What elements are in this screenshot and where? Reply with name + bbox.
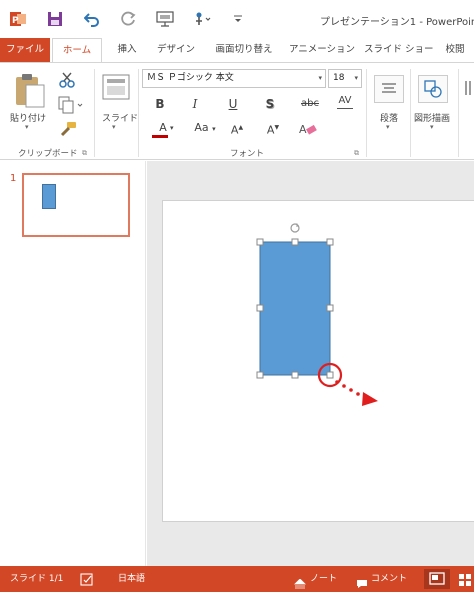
italic-button[interactable]: I — [184, 94, 206, 114]
bold-button[interactable]: B — [149, 94, 171, 114]
normal-view-icon — [429, 572, 445, 585]
slide-editing-area — [147, 161, 474, 566]
clear-formatting-icon[interactable]: A — [298, 121, 318, 137]
tab-review[interactable]: 校閲 — [436, 38, 474, 62]
thumbnail-number: 1 — [10, 173, 17, 184]
tab-design[interactable]: デザイン — [152, 38, 200, 62]
normal-view-button[interactable] — [424, 569, 450, 589]
chevron-down-icon: ▾ — [318, 74, 322, 82]
paste-icon[interactable] — [12, 71, 46, 109]
font-color-swatch — [152, 135, 168, 138]
font-size-value: 18 — [333, 73, 345, 83]
slide-canvas[interactable] — [162, 200, 474, 522]
chevron-down-icon: ▾ — [212, 125, 216, 133]
group-divider — [458, 69, 459, 157]
spacing-arrow-icon — [337, 108, 353, 109]
change-case-button[interactable]: Aa ▾ — [188, 118, 222, 138]
redo-icon[interactable] — [118, 9, 138, 29]
notes-button[interactable]: ノート — [310, 566, 337, 592]
clipboard-launcher-icon[interactable]: ⧉ — [82, 149, 87, 158]
arrow-head-icon — [362, 392, 378, 406]
thumbnail-shape — [42, 184, 56, 209]
tab-insert[interactable]: 挿入 — [108, 38, 146, 62]
tab-transitions[interactable]: 画面切り替え — [208, 38, 280, 62]
resize-handle-left[interactable] — [256, 304, 264, 312]
group-divider — [366, 69, 367, 157]
resize-handle-bottom-right[interactable] — [326, 371, 334, 379]
underline-button[interactable]: U — [222, 94, 244, 114]
undo-icon[interactable] — [82, 9, 102, 29]
notes-icon[interactable] — [294, 574, 306, 589]
status-bar: スライド 1/1 日本語 ノート コメント — [0, 566, 474, 592]
resize-handle-bottom[interactable] — [291, 371, 299, 379]
touch-mode-icon[interactable] — [192, 9, 212, 29]
comments-button[interactable]: コメント — [371, 566, 407, 592]
resize-handle-top-right[interactable] — [326, 238, 334, 246]
chevron-down-icon: ▾ — [170, 124, 174, 132]
powerpoint-logo-icon[interactable]: P — [8, 9, 28, 29]
resize-handle-top[interactable] — [291, 238, 299, 246]
group-divider — [410, 69, 411, 157]
font-name-dropdown[interactable]: ＭＳ Ｐゴシック 本文 ▾ — [142, 69, 326, 88]
svg-text:A: A — [299, 123, 307, 136]
slide-counter[interactable]: スライド 1/1 — [10, 566, 63, 592]
new-slide-label[interactable]: スライド — [102, 111, 138, 124]
slide-content — [256, 223, 378, 406]
group-divider — [138, 69, 139, 157]
slide-sorter-icon[interactable] — [458, 572, 472, 586]
cut-icon[interactable] — [58, 71, 76, 89]
paragraph-icon[interactable] — [374, 75, 404, 103]
ribbon: 貼り付け ▾ クリップボード ⧉ スライド ▾ ＭＳ Ｐゴシック 本文 ▾ 18… — [0, 62, 474, 160]
title-bar: P プレゼンテーション1 - PowerPoint — [0, 0, 474, 38]
customize-toolbar-icon[interactable] — [228, 9, 248, 29]
slide-thumbnail[interactable] — [22, 173, 130, 237]
paste-dropdown-icon[interactable]: ▾ — [25, 123, 29, 131]
start-from-beginning-icon[interactable] — [155, 9, 175, 29]
font-launcher-icon[interactable]: ⧉ — [354, 149, 359, 158]
slide-thumbnail-pane: 1 — [0, 161, 146, 566]
tab-home[interactable]: ホーム — [52, 38, 102, 62]
shrink-font-button[interactable]: A▼ — [260, 118, 286, 138]
copy-icon[interactable] — [58, 96, 84, 114]
font-color-button[interactable]: A ▾ — [150, 118, 176, 138]
new-slide-icon[interactable] — [102, 73, 130, 105]
format-painter-icon[interactable] — [58, 121, 78, 139]
character-spacing-button[interactable]: AV — [334, 91, 356, 111]
font-name-value: ＭＳ Ｐゴシック 本文 — [147, 73, 234, 83]
text-shadow-button[interactable]: S — [259, 94, 281, 114]
tab-animations[interactable]: アニメーション — [286, 38, 358, 62]
font-color-label: A — [159, 121, 167, 134]
svg-text:P: P — [12, 16, 19, 26]
grow-font-button[interactable]: A▲ — [224, 118, 250, 138]
edit-icon[interactable] — [464, 77, 474, 99]
tab-slideshow[interactable]: スライド ショー — [364, 38, 434, 62]
font-group-label: フォント — [230, 149, 265, 159]
font-size-dropdown[interactable]: 18 ▾ — [328, 69, 362, 88]
resize-handle-bottom-left[interactable] — [256, 371, 264, 379]
paragraph-dropdown-icon[interactable]: ▾ — [386, 123, 390, 131]
window-title: プレゼンテーション1 - PowerPoint — [320, 17, 474, 28]
strikethrough-button[interactable]: abc — [296, 94, 324, 114]
tab-file[interactable]: ファイル — [0, 38, 50, 62]
shapes-icon[interactable] — [418, 75, 448, 103]
rectangle-shape[interactable] — [259, 241, 331, 376]
group-divider — [94, 69, 95, 157]
resize-handle-top-left[interactable] — [256, 238, 264, 246]
rotate-handle-icon[interactable] — [290, 223, 300, 233]
save-icon[interactable] — [45, 9, 65, 29]
language-indicator[interactable]: 日本語 — [118, 566, 145, 592]
character-spacing-label: AV — [338, 95, 352, 106]
comment-icon[interactable] — [356, 574, 368, 588]
resize-handle-right[interactable] — [326, 304, 334, 312]
chevron-down-icon: ▾ — [354, 74, 358, 82]
ribbon-tabs: ファイル ホーム 挿入 デザイン 画面切り替え アニメーション スライド ショー… — [0, 38, 474, 62]
drawing-dropdown-icon[interactable]: ▾ — [430, 123, 434, 131]
new-slide-dropdown-icon[interactable]: ▾ — [112, 123, 116, 131]
spell-check-icon[interactable] — [80, 572, 94, 586]
clipboard-group-label: クリップボード — [18, 149, 78, 159]
change-case-label: Aa — [194, 121, 209, 134]
